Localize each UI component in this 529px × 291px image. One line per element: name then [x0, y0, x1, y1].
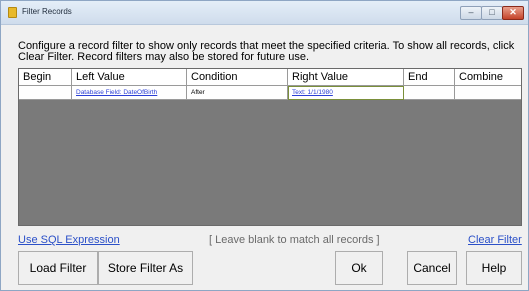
right-value-cell[interactable]: Text: 1/1/1980 — [288, 86, 404, 100]
use-sql-expression-link[interactable]: Use SQL Expression — [18, 234, 120, 246]
column-header-combine[interactable]: Combine — [455, 69, 521, 86]
ok-button[interactable]: Ok — [335, 251, 383, 285]
filter-grid[interactable]: Begin Left Value Condition Right Value E… — [18, 68, 522, 226]
column-header-end[interactable]: End — [404, 69, 455, 86]
store-filter-as-button[interactable]: Store Filter As — [98, 251, 193, 285]
title-bar: Filter Records – □ ✕ — [1, 1, 528, 25]
end-cell[interactable] — [404, 86, 455, 100]
blank-match-hint: [ Leave blank to match all records ] — [209, 234, 380, 246]
table-row[interactable]: Database Field: DateOfBirth After Text: … — [19, 86, 521, 100]
close-button[interactable]: ✕ — [502, 6, 524, 20]
cancel-button[interactable]: Cancel — [407, 251, 457, 285]
begin-cell[interactable] — [19, 86, 72, 100]
grid-header-row: Begin Left Value Condition Right Value E… — [19, 69, 521, 86]
column-header-left-value[interactable]: Left Value — [72, 69, 187, 86]
combine-cell[interactable] — [455, 86, 521, 100]
load-filter-button[interactable]: Load Filter — [18, 251, 98, 285]
app-icon — [8, 7, 17, 18]
window-title: Filter Records — [22, 7, 72, 16]
column-header-condition[interactable]: Condition — [187, 69, 288, 86]
filter-records-window: Filter Records – □ ✕ Configure a record … — [0, 0, 529, 291]
maximize-button[interactable]: □ — [481, 6, 503, 20]
clear-filter-link[interactable]: Clear Filter — [468, 234, 522, 246]
column-header-begin[interactable]: Begin — [19, 69, 72, 86]
left-value-cell[interactable]: Database Field: DateOfBirth — [72, 86, 187, 100]
description-text: Configure a record filter to show only r… — [18, 40, 515, 63]
help-button[interactable]: Help — [466, 251, 522, 285]
minimize-button[interactable]: – — [460, 6, 482, 20]
condition-cell[interactable]: After — [187, 86, 288, 100]
column-header-right-value[interactable]: Right Value — [288, 69, 404, 86]
